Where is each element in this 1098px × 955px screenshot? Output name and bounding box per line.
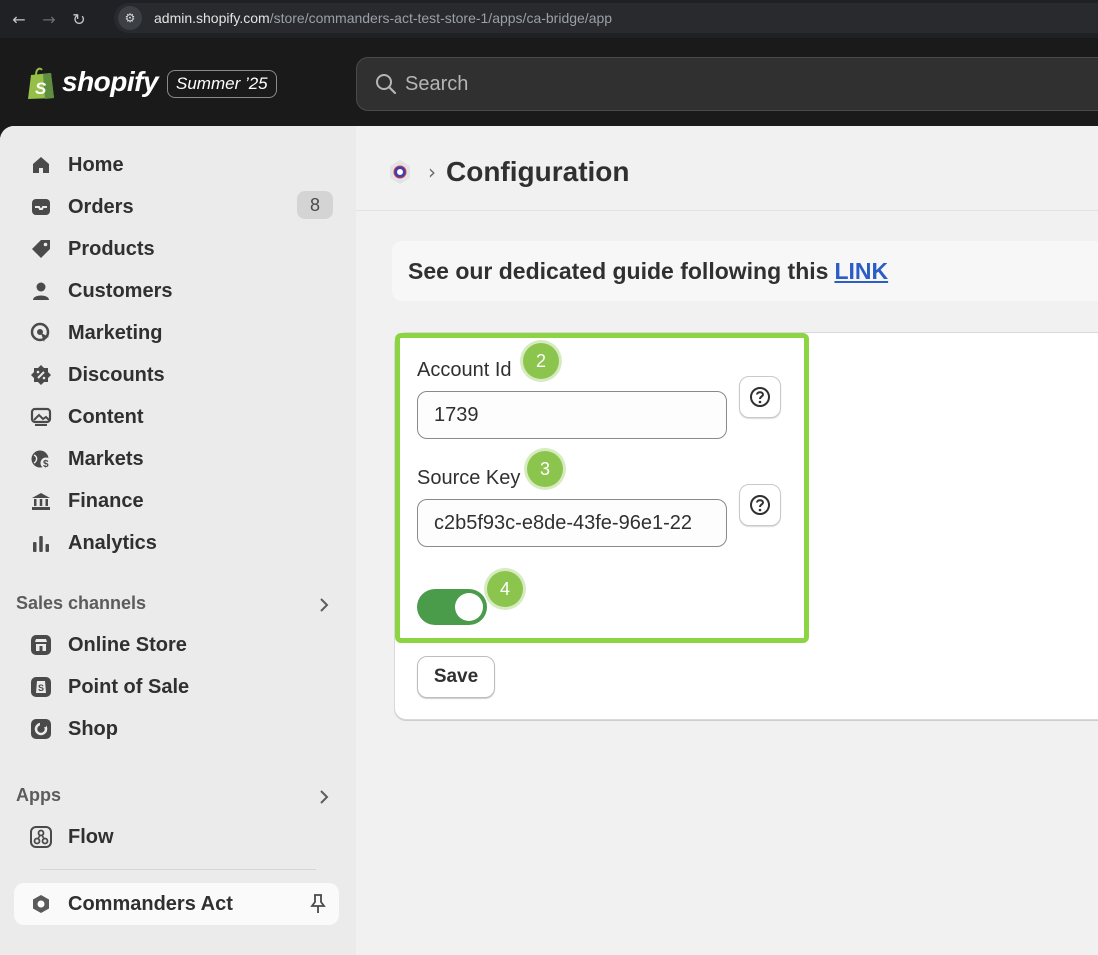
url-text[interactable]: admin.shopify.com/store/commanders-act-t…	[154, 10, 612, 26]
address-bar[interactable]: ⚙ admin.shopify.com/store/commanders-act…	[114, 3, 1098, 33]
target-icon	[30, 322, 50, 342]
guide-link[interactable]: LINK	[834, 258, 888, 285]
source-key-input[interactable]	[417, 499, 727, 547]
step-badge: 2	[523, 343, 559, 379]
sidebar-item-label: Discounts	[68, 363, 165, 386]
orders-count-badge: 8	[297, 191, 333, 219]
sidebar-item-products[interactable]: Products	[14, 230, 339, 268]
forward-arrow-icon[interactable]: →	[38, 8, 60, 30]
site-settings-icon[interactable]: ⚙	[118, 6, 142, 30]
sidebar-item-label: Content	[68, 405, 144, 428]
sidebar-item-label: Customers	[68, 279, 173, 302]
sidebar-item-flow[interactable]: Flow	[14, 818, 339, 856]
sidebar-item-discounts[interactable]: Discounts	[14, 356, 339, 394]
sidebar-item-orders[interactable]: Orders 8	[14, 188, 339, 226]
shopify-bag-icon[interactable]: S	[26, 66, 56, 100]
sidebar-item-markets[interactable]: $ Markets	[14, 440, 339, 478]
search-placeholder: Search	[405, 72, 469, 95]
url-path: /store/commanders-act-test-store-1/apps/…	[269, 10, 613, 26]
browser-toolbar: ← → ↻ ⚙ admin.shopify.com/store/commande…	[0, 0, 1098, 38]
sidebar-item-label: Analytics	[68, 531, 157, 554]
sidebar-item-label: Shop	[68, 717, 118, 740]
sidebar-item-home[interactable]: Home	[14, 146, 339, 184]
shopify-wordmark[interactable]: shopify	[62, 66, 159, 98]
sidebar-item-analytics[interactable]: Analytics	[14, 524, 339, 562]
bar-chart-icon	[33, 536, 49, 552]
commanders-act-app-icon[interactable]	[386, 158, 414, 186]
sidebar-item-label: Marketing	[68, 321, 163, 344]
step-badge: 3	[527, 451, 563, 487]
page-title: Configuration	[446, 156, 630, 187]
question-icon	[750, 495, 770, 515]
search-input[interactable]: Search	[356, 57, 1098, 111]
sidebar-item-customers[interactable]: Customers	[14, 272, 339, 310]
chevron-right-icon[interactable]	[316, 597, 332, 613]
save-button[interactable]: Save	[417, 656, 495, 698]
search-icon	[376, 74, 397, 95]
breadcrumb-chevron-icon: ›	[428, 160, 436, 184]
configuration-form: Account Id 2 Source Key 3 4 Save	[394, 332, 1098, 720]
svg-text:$: $	[43, 459, 49, 470]
sidebar-item-online-store[interactable]: Online Store	[14, 626, 339, 664]
sidebar-divider	[40, 869, 316, 870]
sidebar-item-finance[interactable]: Finance	[14, 482, 339, 520]
sidebar-item-point-of-sale[interactable]: S Point of Sale	[14, 668, 339, 706]
sales-channels-header[interactable]: Sales channels	[16, 593, 146, 614]
pin-icon[interactable]	[308, 893, 328, 915]
sidebar-item-marketing[interactable]: Marketing	[14, 314, 339, 352]
tag-icon	[32, 240, 50, 258]
sidebar-item-label: Point of Sale	[68, 675, 190, 698]
page-header: › Configuration	[356, 126, 1098, 211]
bank-icon	[32, 493, 50, 510]
sidebar-item-label: Flow	[68, 825, 114, 848]
source-key-label: Source Key	[417, 467, 521, 489]
main-content: › Configuration See our dedicated guide …	[356, 126, 1098, 955]
commanders-act-icon	[33, 895, 49, 913]
guide-text: See our dedicated guide following this	[408, 257, 829, 284]
person-icon	[33, 282, 49, 300]
discount-icon	[31, 365, 51, 385]
account-id-label: Account Id	[417, 359, 512, 381]
sidebar-item-shop[interactable]: Shop	[14, 710, 339, 748]
sidebar-item-label: Online Store	[68, 633, 187, 656]
svg-text:S: S	[38, 683, 44, 693]
flow-icon	[30, 826, 52, 848]
enable-toggle[interactable]	[417, 589, 487, 625]
admin-topbar: S shopify Summer ’25 Search	[0, 38, 1098, 126]
svg-text:S: S	[35, 79, 47, 98]
sidebar-item-label: Home	[68, 153, 124, 176]
sidebar-item-label: Products	[68, 237, 155, 260]
guide-banner: See our dedicated guide following this L…	[392, 241, 1098, 301]
sidebar-item-commanders-act[interactable]: Commanders Act	[14, 883, 339, 925]
apps-header[interactable]: Apps	[16, 785, 61, 806]
pos-icon: S	[31, 677, 51, 697]
toggle-knob	[455, 593, 483, 621]
back-arrow-icon[interactable]: ←	[8, 8, 30, 30]
sidebar: Home Orders 8 Products Customers Marketi…	[0, 126, 356, 955]
account-id-help-button[interactable]	[739, 376, 781, 418]
question-icon	[750, 387, 770, 407]
edition-badge[interactable]: Summer ’25	[167, 70, 277, 98]
reload-icon[interactable]: ↻	[68, 8, 90, 30]
sidebar-item-label: Commanders Act	[68, 892, 233, 915]
sidebar-item-content[interactable]: Content	[14, 398, 339, 436]
image-icon	[30, 407, 52, 426]
orders-icon	[32, 199, 50, 215]
sidebar-item-label: Orders	[68, 195, 134, 218]
store-icon	[31, 635, 51, 655]
url-host: admin.shopify.com	[154, 10, 270, 26]
admin-frame: Home Orders 8 Products Customers Marketi…	[0, 126, 1098, 955]
sidebar-item-label: Markets	[68, 447, 144, 470]
sidebar-item-label: Finance	[68, 489, 144, 512]
account-id-input[interactable]	[417, 391, 727, 439]
globe-icon: $	[31, 450, 52, 470]
shop-icon	[31, 719, 51, 739]
source-key-help-button[interactable]	[739, 484, 781, 526]
chevron-right-icon[interactable]	[316, 789, 332, 805]
home-icon	[33, 157, 49, 173]
step-badge: 4	[487, 571, 523, 607]
